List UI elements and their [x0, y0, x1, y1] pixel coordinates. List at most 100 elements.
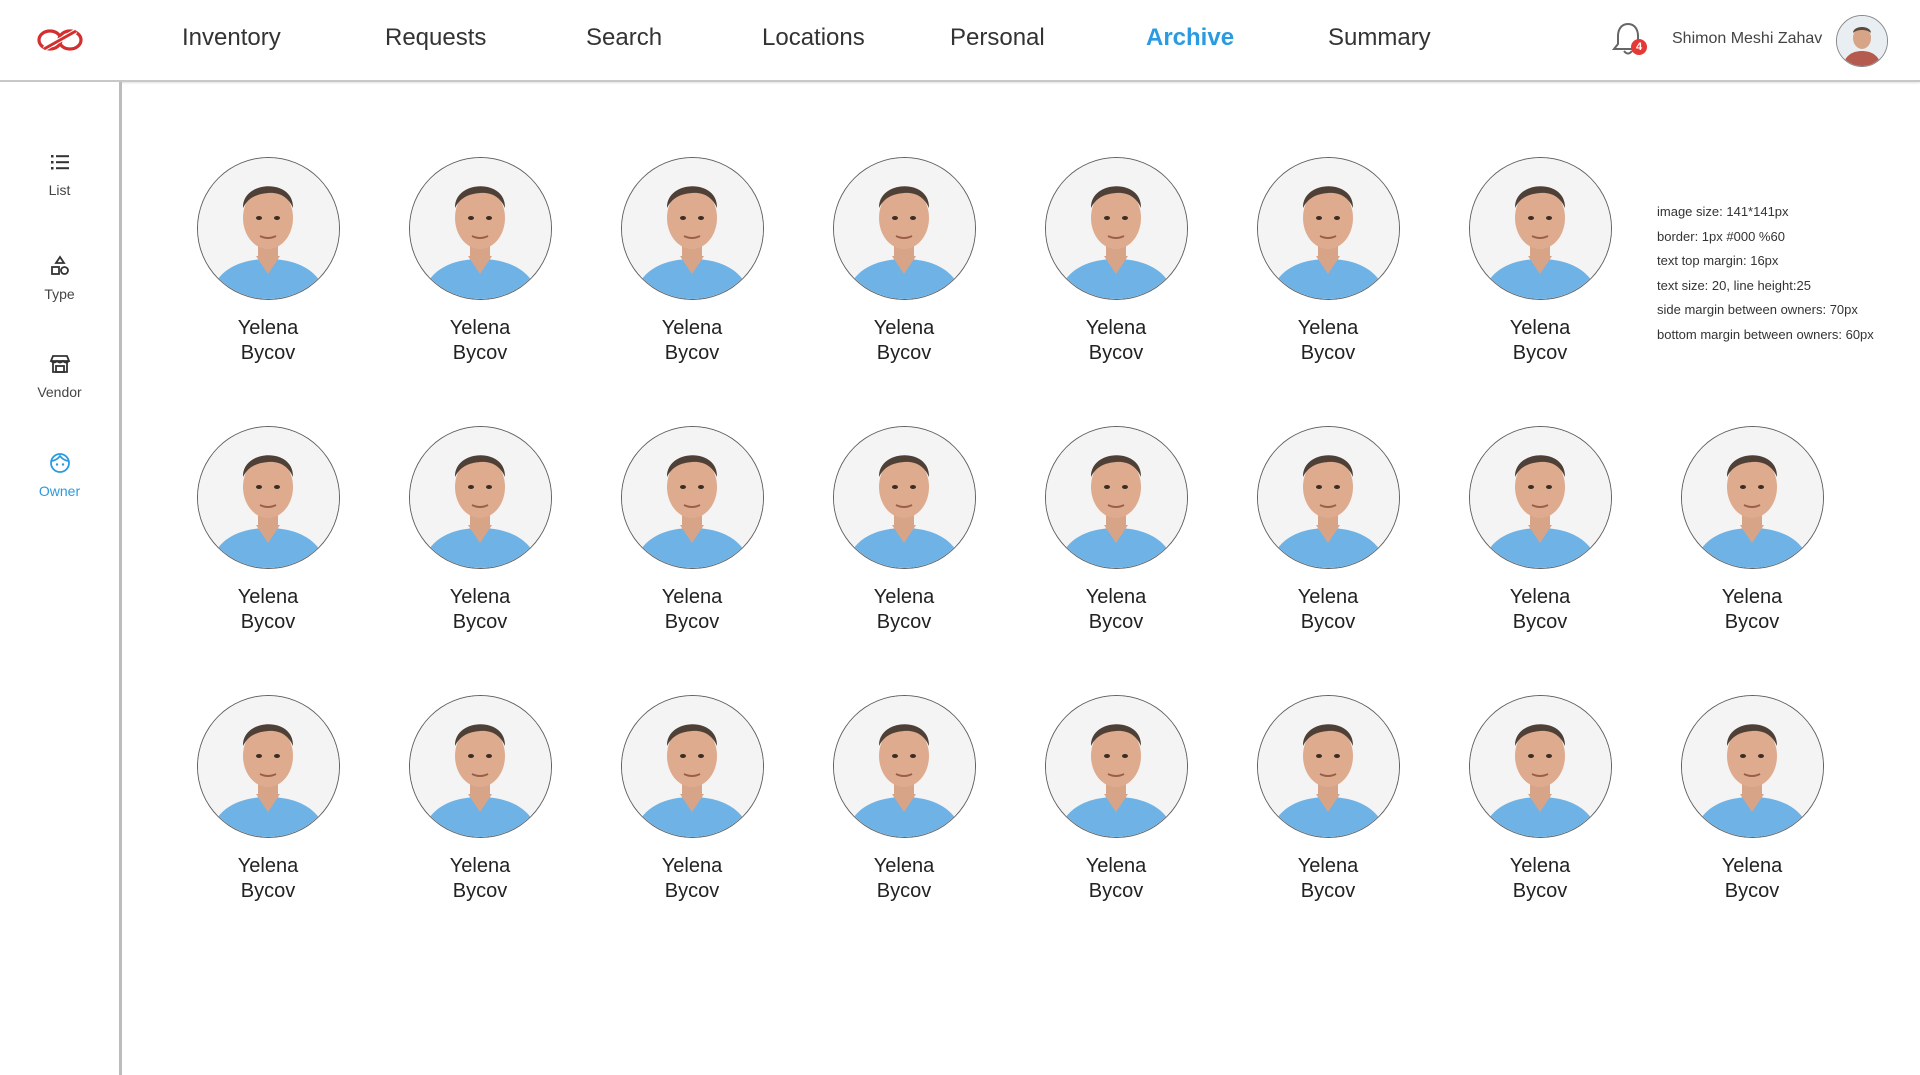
owner-last-name: Bycov [664, 880, 720, 902]
owner-name: Yelena Bycov [168, 316, 368, 366]
owner-card[interactable]: Yelena Bycov [1228, 426, 1428, 635]
owner-card[interactable]: Yelena Bycov [1016, 157, 1216, 366]
sidebar-item-label: Owner [38, 483, 81, 499]
owner-last-name: Bycov [1512, 342, 1568, 364]
shapes-icon [50, 255, 69, 275]
sidebar-item-label: List [48, 182, 71, 198]
owner-card[interactable]: Yelena Bycov [1228, 695, 1428, 904]
owner-name: Yelena Bycov [1440, 854, 1640, 904]
owner-photo [1468, 695, 1612, 838]
owner-name: Yelena Bycov [1440, 585, 1640, 635]
sidebar-item-type[interactable]: Type [0, 254, 119, 302]
owner-card[interactable]: Yelena Bycov [168, 157, 368, 366]
owner-card[interactable]: Yelena Bycov [1016, 426, 1216, 635]
owner-first-name: Yelena [1297, 317, 1359, 339]
owner-card[interactable]: Yelena Bycov [380, 426, 580, 635]
owner-last-name: Bycov [1512, 880, 1568, 902]
owner-card[interactable]: Yelena Bycov [168, 426, 368, 635]
owner-photo [1256, 695, 1400, 838]
owner-last-name: Bycov [1300, 342, 1356, 364]
owner-first-name: Yelena [873, 855, 935, 877]
owner-first-name: Yelena [237, 586, 299, 608]
owner-name: Yelena Bycov [1016, 585, 1216, 635]
owner-card[interactable]: Yelena Bycov [1228, 157, 1428, 366]
owner-card[interactable]: Yelena Bycov [1440, 426, 1640, 635]
owner-last-name: Bycov [1088, 611, 1144, 633]
owner-last-name: Bycov [452, 611, 508, 633]
owner-photo [620, 426, 764, 569]
owner-card[interactable]: Yelena Bycov [1016, 695, 1216, 904]
store-icon [49, 355, 70, 373]
owner-last-name: Bycov [1724, 611, 1780, 633]
notification-badge: 4 [1631, 39, 1647, 55]
owner-first-name: Yelena [1085, 855, 1147, 877]
owner-last-name: Bycov [240, 880, 296, 902]
sidebar-item-list[interactable]: List [0, 150, 119, 198]
owner-last-name: Bycov [240, 611, 296, 633]
spec-note: side margin between owners: 70px [1657, 302, 1858, 317]
nav-personal[interactable]: Personal [950, 24, 1045, 52]
owner-last-name: Bycov [1300, 880, 1356, 902]
owner-name: Yelena Bycov [592, 585, 792, 635]
owner-first-name: Yelena [661, 317, 723, 339]
owner-card[interactable]: Yelena Bycov [592, 695, 792, 904]
owner-card[interactable]: Yelena Bycov [804, 695, 1004, 904]
owner-photo [1256, 157, 1400, 300]
owner-card[interactable]: Yelena Bycov [1440, 157, 1640, 366]
owner-name: Yelena Bycov [1228, 585, 1428, 635]
owner-photo [832, 157, 976, 300]
owner-first-name: Yelena [449, 586, 511, 608]
nav-locations[interactable]: Locations [762, 24, 865, 52]
owner-card[interactable]: Yelena Bycov [168, 695, 368, 904]
owner-card[interactable]: Yelena Bycov [592, 426, 792, 635]
owner-card[interactable]: Yelena Bycov [380, 695, 580, 904]
sidebar-item-owner[interactable]: Owner [0, 451, 119, 499]
sidebar-item-vendor[interactable]: Vendor [0, 352, 119, 400]
owner-first-name: Yelena [1297, 586, 1359, 608]
list-icon [50, 155, 69, 170]
owner-card[interactable]: Yelena Bycov [592, 157, 792, 366]
owner-first-name: Yelena [1509, 586, 1571, 608]
owner-last-name: Bycov [876, 611, 932, 633]
owner-first-name: Yelena [1721, 586, 1783, 608]
owner-photo [408, 695, 552, 838]
nav-requests[interactable]: Requests [385, 24, 486, 52]
owner-name: Yelena Bycov [804, 585, 1004, 635]
owner-last-name: Bycov [240, 342, 296, 364]
owner-last-name: Bycov [1724, 880, 1780, 902]
owner-photo [1468, 426, 1612, 569]
owner-photo [1680, 695, 1824, 838]
owner-name: Yelena Bycov [380, 316, 580, 366]
owner-card[interactable]: Yelena Bycov [380, 157, 580, 366]
owner-card[interactable]: Yelena Bycov [1440, 695, 1640, 904]
nav-search[interactable]: Search [586, 24, 662, 52]
spec-notes: image size: 141*141px border: 1px #000 %… [1657, 200, 1874, 347]
user-avatar[interactable] [1836, 15, 1888, 67]
user-name: Shimon Meshi Zahav [1672, 30, 1823, 47]
owner-photo [1044, 695, 1188, 838]
owner-name: Yelena Bycov [804, 854, 1004, 904]
owner-name: Yelena Bycov [1228, 316, 1428, 366]
owner-last-name: Bycov [452, 342, 508, 364]
owner-photo [832, 426, 976, 569]
nav-inventory[interactable]: Inventory [182, 24, 281, 52]
owner-name: Yelena Bycov [380, 854, 580, 904]
owner-last-name: Bycov [876, 880, 932, 902]
owner-card[interactable]: Yelena Bycov [1652, 695, 1852, 904]
owner-last-name: Bycov [1088, 880, 1144, 902]
owner-name: Yelena Bycov [168, 585, 368, 635]
nav-summary[interactable]: Summary [1328, 24, 1431, 52]
owner-name: Yelena Bycov [592, 854, 792, 904]
sidebar: List Type Vendor Owner [0, 82, 122, 1075]
owner-card[interactable]: Yelena Bycov [804, 157, 1004, 366]
logo-icon[interactable] [36, 27, 84, 53]
nav-archive[interactable]: Archive [1146, 24, 1234, 52]
owner-name: Yelena Bycov [1016, 854, 1216, 904]
top-nav-bar: Inventory Requests Search Locations Pers… [0, 0, 1920, 82]
owner-first-name: Yelena [449, 317, 511, 339]
owner-card[interactable]: Yelena Bycov [1652, 426, 1852, 635]
owner-first-name: Yelena [1085, 317, 1147, 339]
owner-card[interactable]: Yelena Bycov [804, 426, 1004, 635]
owner-name: Yelena Bycov [804, 316, 1004, 366]
owner-last-name: Bycov [452, 880, 508, 902]
